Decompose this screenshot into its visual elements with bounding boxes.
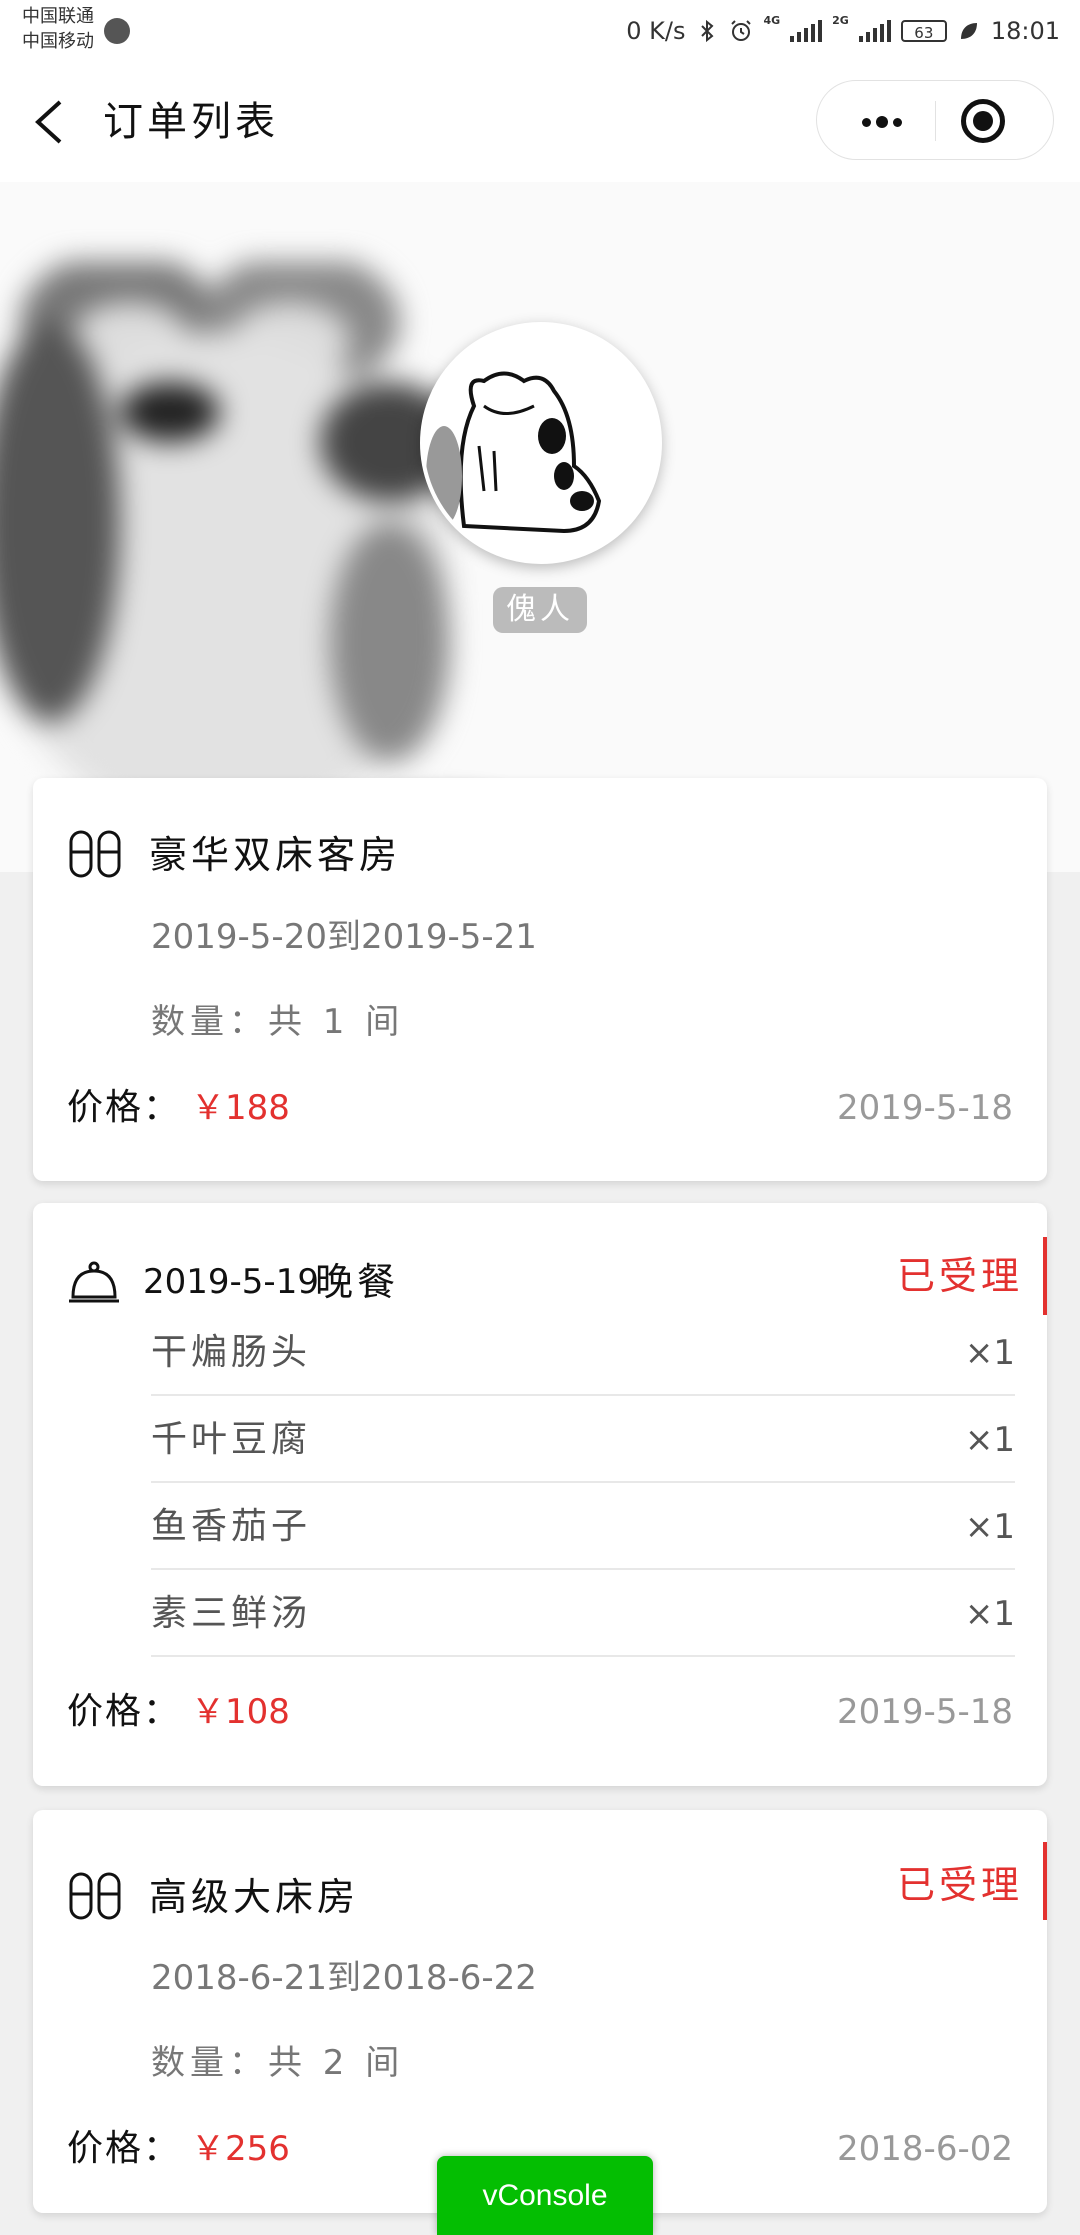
price-label: 价格： (67, 1087, 182, 1128)
dish-name: 素三鲜汤 (151, 1593, 312, 1634)
room-title: 高级大床房 (149, 1875, 360, 1919)
stay-dates: 2018-6-21到2018-6-22 (151, 1958, 537, 1998)
close-program-button[interactable] (957, 95, 1009, 147)
dish-name: 干煸肠头 (151, 1332, 312, 1373)
dish-name: 千叶豆腐 (151, 1419, 312, 1460)
order-date: 2019-5-18 (837, 1088, 1013, 1128)
net-type-2: 2G (832, 14, 849, 27)
order-date: 2018-6-02 (837, 2129, 1013, 2169)
price-label: 价格： (67, 2128, 182, 2169)
dish-quantity: ×1 (964, 1333, 1015, 1373)
dot-icon (893, 118, 902, 127)
user-nickname: 傀人 (493, 587, 587, 633)
status-indicator (1043, 1237, 1047, 1315)
clock: 18:01 (990, 17, 1060, 45)
carrier-name-2: 中国移动 (22, 31, 94, 52)
meal-type: 晚餐 (315, 1260, 400, 1304)
order-card-meal[interactable]: 2019-5-19 晚餐 已受理 干煸肠头 ×1 千叶豆腐 ×1 鱼香茄子 ×1… (33, 1203, 1047, 1786)
food-cloche-icon (69, 1261, 119, 1303)
profile-header: 傀人 (0, 182, 1080, 872)
price-value: ￥256 (191, 2129, 290, 2169)
price-label: 价格： (67, 1691, 182, 1732)
room-quantity: 数量：共 2 间 (151, 2043, 405, 2083)
target-dot (973, 111, 993, 131)
dot-icon (862, 118, 871, 127)
dish-quantity: ×1 (964, 1507, 1015, 1547)
status-bar: 中国联通 中国移动 0 K/s 4G 2G 63 18:01 (0, 0, 1080, 62)
slippers-icon (69, 830, 121, 878)
dish-quantity: ×1 (964, 1594, 1015, 1634)
price-value: ￥108 (191, 1692, 290, 1732)
dish-quantity: ×1 (964, 1420, 1015, 1460)
carrier-name-1: 中国联通 (22, 6, 94, 27)
cat-avatar-icon (424, 326, 658, 560)
back-arrow-icon[interactable] (30, 98, 70, 146)
dish-item: 鱼香茄子 ×1 (151, 1484, 1015, 1570)
more-menu-button[interactable] (835, 91, 925, 151)
order-date: 2019-5-18 (837, 1692, 1013, 1732)
order-card-room[interactable]: 豪华双床客房 2019-5-20到2019-5-21 数量：共 1 间 价格： … (33, 778, 1047, 1181)
battery-level: 63 (914, 24, 934, 42)
room-quantity: 数量：共 1 间 (151, 1002, 405, 1042)
price-value: ￥188 (191, 1088, 290, 1128)
status-icons: 0 K/s 4G 2G 63 18:01 (626, 14, 1060, 48)
capsule-divider (935, 101, 936, 141)
order-card-room[interactable]: 高级大床房 已受理 2018-6-21到2018-6-22 数量：共 2 间 价… (33, 1810, 1047, 2213)
page-title: 订单列表 (103, 99, 279, 145)
battery-icon: 63 (900, 20, 947, 42)
dish-item: 素三鲜汤 ×1 (151, 1571, 1015, 1657)
signal-icon-2 (858, 20, 891, 42)
nav-bar: 订单列表 (0, 62, 1080, 182)
net-speed: 0 K/s (626, 17, 686, 45)
dot-icon (876, 116, 888, 128)
slippers-icon (69, 1872, 121, 1920)
dish-item: 千叶豆腐 ×1 (151, 1397, 1015, 1483)
mini-program-capsule (816, 80, 1054, 160)
globe-icon (104, 18, 130, 44)
bluetooth-icon (701, 19, 714, 43)
meal-date: 2019-5-19 (143, 1262, 319, 1302)
status-indicator (1043, 1842, 1047, 1920)
vconsole-button[interactable]: vConsole (437, 2156, 653, 2235)
avatar[interactable] (420, 322, 662, 564)
order-status-badge: 已受理 (896, 1863, 1023, 1907)
order-status-badge: 已受理 (896, 1254, 1023, 1298)
carrier-info: 中国联通 中国移动 (22, 4, 94, 54)
alarm-icon (731, 20, 752, 41)
signal-icon-1 (790, 20, 823, 42)
dish-name: 鱼香茄子 (151, 1506, 312, 1547)
stay-dates: 2019-5-20到2019-5-21 (151, 917, 537, 957)
room-title: 豪华双床客房 (149, 833, 402, 877)
dish-item: 干煸肠头 ×1 (151, 1310, 1015, 1396)
leaf-icon (960, 23, 977, 39)
net-type-1: 4G (763, 14, 781, 27)
